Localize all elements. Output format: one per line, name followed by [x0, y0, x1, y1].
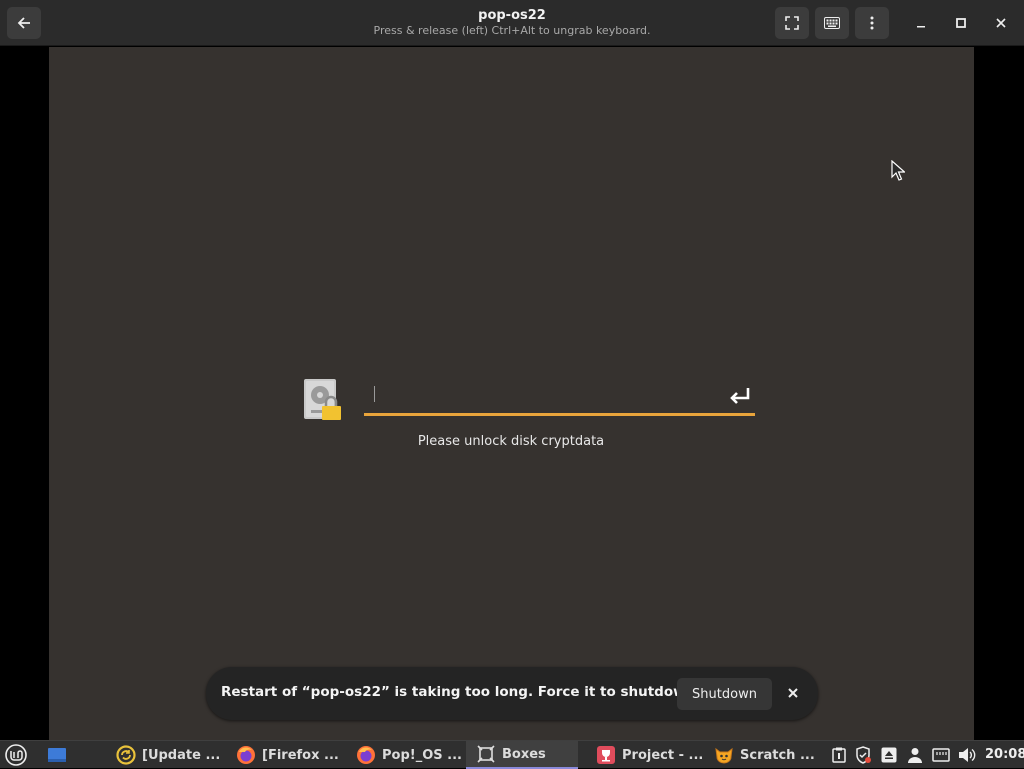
clipboard-icon: [832, 747, 846, 763]
clock[interactable]: 20:08: [985, 747, 1024, 762]
taskbar-item-boxes[interactable]: Boxes: [466, 741, 578, 769]
fullscreen-button[interactable]: [775, 7, 809, 39]
taskbar-item-update-manager[interactable]: [Update ...: [112, 741, 222, 769]
minimize-button[interactable]: [909, 11, 933, 35]
taskbar-item-label: Project - ...: [622, 747, 704, 763]
user-icon: [908, 748, 922, 763]
shutdown-button[interactable]: Shutdown: [677, 678, 772, 710]
taskbar-item-firefox-1[interactable]: [Firefox ...: [232, 741, 342, 769]
back-button[interactable]: [7, 7, 41, 39]
boxes-icon: [476, 744, 496, 764]
eject-icon: [881, 747, 897, 763]
title-area: pop-os22 Press & release (left) Ctrl+Alt…: [312, 7, 712, 38]
toast-notification: Restart of “pop-os22” is taking too long…: [206, 667, 818, 720]
mint-menu-button[interactable]: [5, 744, 27, 766]
window-title: pop-os22: [478, 8, 546, 23]
menu-button[interactable]: [855, 7, 889, 39]
keyboard-button[interactable]: [815, 7, 849, 39]
close-icon: [788, 688, 798, 698]
shield-icon: [856, 746, 871, 764]
show-desktop-button[interactable]: [47, 746, 67, 764]
user-tray-button[interactable]: [906, 746, 924, 764]
unlock-message: Please unlock disk cryptdata: [417, 434, 605, 449]
taskbar-item-project[interactable]: Project - ...: [592, 741, 704, 769]
network-wired-icon: [932, 748, 950, 762]
text-caret: [374, 386, 375, 402]
vertical-dots-icon: [870, 16, 874, 30]
project-icon: [596, 745, 616, 765]
taskbar-item-label: Boxes: [502, 746, 546, 762]
update-manager-icon: [116, 745, 136, 765]
network-tray-button[interactable]: [932, 746, 950, 764]
enter-icon[interactable]: [728, 384, 752, 408]
taskbar-item-label: [Firefox ...: [262, 747, 339, 763]
header-bar: pop-os22 Press & release (left) Ctrl+Alt…: [0, 0, 1024, 46]
taskbar-item-label: [Update ...: [142, 747, 221, 763]
close-icon: [996, 18, 1006, 28]
window-subtitle: Press & release (left) Ctrl+Alt to ungra…: [373, 24, 651, 37]
mint-logo-icon: [5, 744, 27, 766]
arrow-left-icon: [17, 17, 30, 29]
keyboard-icon: [824, 17, 840, 29]
minimize-icon: [917, 26, 925, 28]
clipboard-tray-button[interactable]: [830, 746, 848, 764]
disk-password-input[interactable]: [364, 378, 755, 416]
scratch-icon: [714, 745, 734, 765]
volume-tray-button[interactable]: [958, 746, 976, 764]
maximize-button[interactable]: [949, 11, 973, 35]
desktop-icon: [48, 748, 66, 762]
update-shield-tray-button[interactable]: [854, 746, 872, 764]
taskbar-item-label: Pop!_OS ...: [382, 747, 462, 763]
taskbar: [Update ... [Firefox ... Pop!_OS ... Box…: [0, 740, 1024, 769]
volume-icon: [959, 748, 976, 762]
maximize-icon: [956, 18, 966, 28]
eject-tray-button[interactable]: [880, 746, 898, 764]
locked-disk-icon: [304, 379, 341, 420]
taskbar-item-label: Scratch ...: [740, 747, 815, 763]
toast-message: Restart of “pop-os22” is taking too long…: [221, 684, 704, 700]
taskbar-item-firefox-2[interactable]: Pop!_OS ...: [352, 741, 462, 769]
firefox-icon: [356, 745, 376, 765]
close-button[interactable]: [989, 11, 1013, 35]
firefox-icon: [236, 745, 256, 765]
taskbar-item-scratch[interactable]: Scratch ...: [710, 741, 820, 769]
toast-close-button[interactable]: [784, 684, 802, 702]
fullscreen-icon: [785, 16, 799, 30]
mouse-pointer-icon: [891, 160, 905, 181]
